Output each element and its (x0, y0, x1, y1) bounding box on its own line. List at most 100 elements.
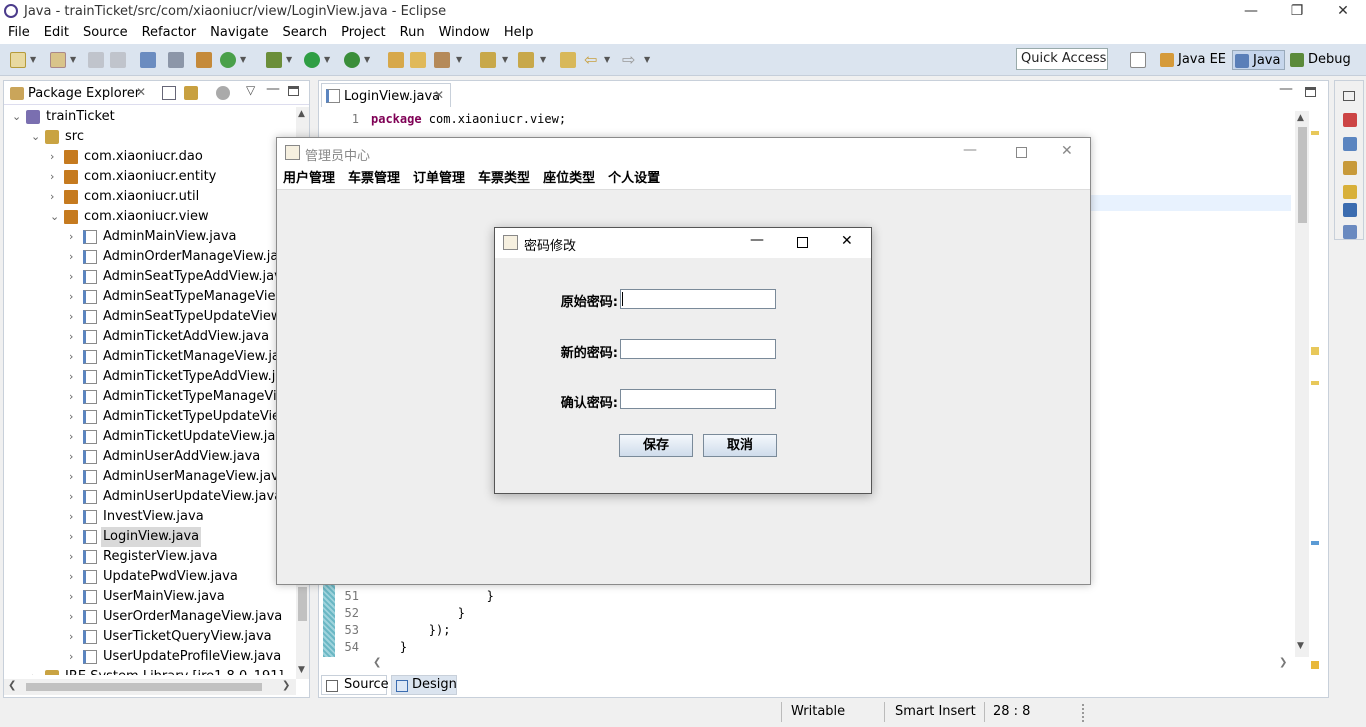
editor-scroll-thumb[interactable] (1298, 127, 1307, 223)
source-tab[interactable]: Source (321, 675, 389, 695)
menu-edit[interactable]: Edit (44, 24, 77, 44)
collapse-arrow-icon[interactable]: › (69, 407, 77, 427)
dialog-minimize-button[interactable]: — (750, 232, 764, 248)
tree-file-item[interactable]: › AdminSeatTypeUpdateView.java (4, 307, 296, 327)
tree-package-item[interactable]: › com.xiaoniucr.entity (4, 167, 296, 187)
collapse-arrow-icon[interactable]: › (69, 307, 77, 327)
run-external-icon[interactable] (344, 52, 360, 68)
tree-jre-library[interactable]: › JRE System Library [jre1.8.0_191] (4, 667, 296, 675)
run-icon[interactable] (304, 52, 320, 68)
progress-icon[interactable] (1343, 225, 1357, 239)
menu-run[interactable]: Run (400, 24, 433, 44)
code-line[interactable]: } (371, 606, 465, 620)
scroll-up-icon[interactable]: ▲ (298, 109, 305, 119)
close-tab-icon[interactable]: ✕ (434, 88, 444, 102)
code-line-1[interactable]: package com.xiaoniucr.view; (371, 112, 566, 126)
collapse-all-icon[interactable] (162, 86, 176, 100)
open-perspective-icon[interactable] (1130, 52, 1146, 68)
last-edit-icon[interactable] (560, 52, 576, 68)
collapse-arrow-icon[interactable]: › (69, 447, 77, 467)
tree-file-item[interactable]: › AdminOrderManageView.java (4, 247, 296, 267)
collapse-arrow-icon[interactable]: › (69, 627, 77, 647)
restore-button[interactable]: ❐ (1274, 0, 1320, 24)
occurrence-marker[interactable] (1311, 541, 1319, 545)
collapse-arrow-icon[interactable]: › (69, 287, 77, 307)
tree-file-item[interactable]: › UpdatePwdView.java (4, 567, 296, 587)
console-icon[interactable] (1343, 203, 1357, 217)
problems-icon[interactable] (1343, 185, 1357, 199)
collapse-arrow-icon[interactable]: › (69, 507, 77, 527)
menu-personal-settings[interactable]: 个人设置 (608, 168, 660, 189)
collapse-arrow-icon[interactable]: › (69, 467, 77, 487)
tree-file-item[interactable]: › LoginView.java (4, 527, 296, 547)
tree-package-item[interactable]: ⌄ com.xiaoniucr.view (4, 207, 296, 227)
tree-file-item[interactable]: › InvestView.java (4, 507, 296, 527)
outline-icon[interactable] (1343, 113, 1357, 127)
tree-file-item[interactable]: › AdminUserAddView.java (4, 447, 296, 467)
original-password-input[interactable] (620, 289, 776, 309)
scroll-right-icon[interactable]: ❯ (1279, 657, 1287, 668)
tree-file-item[interactable]: › UserMainView.java (4, 587, 296, 607)
cancel-button[interactable]: 取消 (703, 434, 777, 457)
search-tool-icon[interactable] (434, 52, 450, 68)
restore-view-icon[interactable] (1343, 91, 1355, 101)
dropdown-arrow-icon[interactable]: ▼ (540, 52, 546, 68)
declaration-icon[interactable] (1343, 161, 1357, 175)
code-line[interactable]: }); (371, 623, 451, 637)
dropdown-arrow-icon[interactable]: ▼ (240, 52, 246, 68)
collapse-arrow-icon[interactable]: › (69, 367, 77, 387)
tree-project-trainticket[interactable]: ⌄ trainTicket (4, 107, 296, 127)
collapse-arrow-icon[interactable]: › (69, 607, 77, 627)
warning-marker[interactable] (1311, 131, 1319, 135)
back-arrow-icon[interactable]: ⇦ (584, 52, 600, 68)
tree-file-item[interactable]: › AdminSeatTypeAddView.java (4, 267, 296, 287)
menu-navigate[interactable]: Navigate (210, 24, 276, 44)
design-tab[interactable]: Design (391, 675, 457, 695)
scroll-down-icon[interactable]: ▼ (1297, 641, 1304, 651)
menu-file[interactable]: File (8, 24, 38, 44)
perspective-java[interactable]: Java (1232, 50, 1286, 70)
minimize-view-icon[interactable]: — (266, 81, 280, 97)
code-line[interactable]: } (371, 640, 407, 654)
tree-file-item[interactable]: › AdminTicketTypeUpdateView.java (4, 407, 296, 427)
menu-source[interactable]: Source (83, 24, 136, 44)
collapse-arrow-icon[interactable]: › (69, 327, 77, 347)
close-button[interactable]: ✕ (1320, 0, 1366, 24)
editor-tab-loginview[interactable]: LoginView.java ✕ (321, 83, 451, 107)
collapse-arrow-icon[interactable]: › (69, 547, 77, 567)
skip-breakpoints-icon[interactable] (168, 52, 184, 68)
tree-file-item[interactable]: › AdminTicketTypeAddView.java (4, 367, 296, 387)
menu-help[interactable]: Help (504, 24, 542, 44)
collapse-arrow-icon[interactable]: › (69, 387, 77, 407)
collapse-arrow-icon[interactable]: › (69, 227, 77, 247)
menu-project[interactable]: Project (341, 24, 393, 44)
menu-search[interactable]: Search (282, 24, 335, 44)
scroll-up-icon[interactable]: ▲ (1297, 113, 1304, 123)
debug-icon[interactable] (266, 52, 282, 68)
tree-file-item[interactable]: › UserOrderManageView.java (4, 607, 296, 627)
tree-src-folder[interactable]: ⌄ src (4, 127, 296, 147)
open-folder-icon[interactable] (410, 52, 426, 68)
package-explorer-tab[interactable]: Package Explorer ✕ ▽ — (4, 81, 309, 105)
scroll-left-icon[interactable]: ❮ (8, 680, 16, 691)
collapse-arrow-icon[interactable]: › (69, 527, 77, 547)
package-icon[interactable] (196, 52, 212, 68)
dropdown-arrow-icon[interactable]: ▼ (502, 52, 508, 68)
menu-ticket-management[interactable]: 车票管理 (348, 168, 400, 189)
save-icon[interactable] (88, 52, 104, 68)
tree-package-item[interactable]: › com.xiaoniucr.dao (4, 147, 296, 167)
dropdown-arrow-icon[interactable]: ▼ (644, 52, 650, 68)
tree-file-item[interactable]: › AdminTicketTypeManageView.java (4, 387, 296, 407)
expand-arrow-icon[interactable]: ⌄ (50, 207, 59, 227)
overview-marker[interactable] (1311, 661, 1319, 669)
new-wizard-icon[interactable] (50, 52, 66, 68)
tree-file-item[interactable]: › AdminTicketAddView.java (4, 327, 296, 347)
warning-marker[interactable] (1311, 381, 1319, 385)
scroll-left-icon[interactable]: ❮ (373, 657, 381, 668)
collapse-arrow-icon[interactable]: › (69, 587, 77, 607)
menu-refactor[interactable]: Refactor (142, 24, 205, 44)
forward-arrow-icon[interactable]: ⇨ (622, 52, 638, 68)
confirm-password-input[interactable] (620, 389, 776, 409)
tree-file-item[interactable]: › AdminMainView.java (4, 227, 296, 247)
close-tab-icon[interactable]: ✕ (136, 85, 146, 99)
